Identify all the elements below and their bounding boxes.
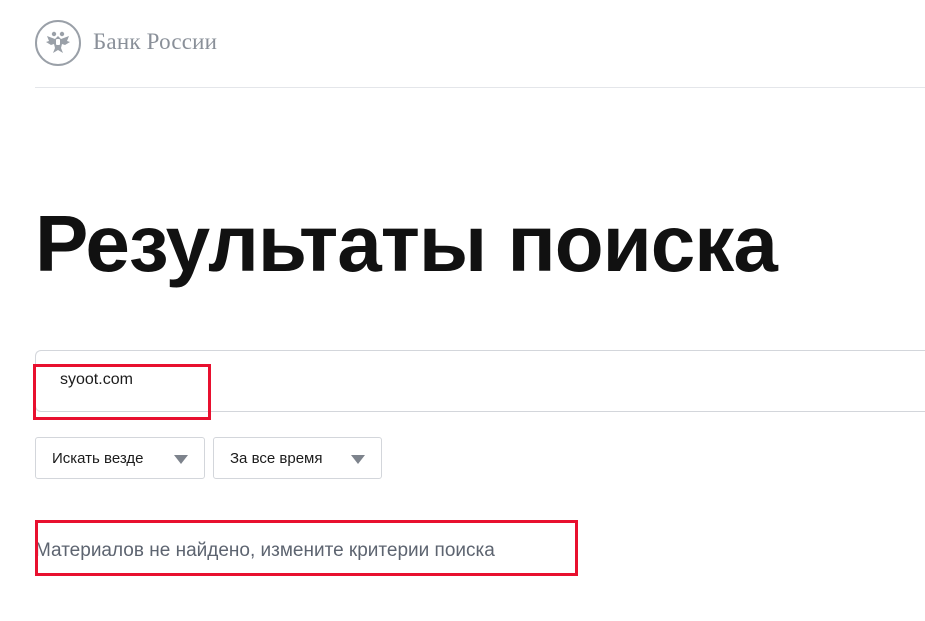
period-dropdown[interactable]: За все время bbox=[213, 437, 382, 479]
search-box[interactable] bbox=[35, 350, 925, 412]
triangle-down-icon bbox=[174, 455, 188, 464]
period-dropdown-label: За все время bbox=[230, 449, 323, 467]
search-input[interactable] bbox=[60, 371, 660, 389]
page-title: Результаты поиска bbox=[35, 199, 778, 288]
header-divider bbox=[35, 87, 925, 88]
double-headed-eagle-icon bbox=[46, 31, 70, 53]
site-header: Банк России bbox=[0, 0, 925, 88]
scope-dropdown[interactable]: Искать везде bbox=[35, 437, 205, 479]
bank-emblem-icon[interactable] bbox=[35, 20, 81, 66]
triangle-down-icon bbox=[351, 455, 365, 464]
no-results-message: Материалов не найдено, измените критерии… bbox=[35, 540, 495, 561]
scope-dropdown-label: Искать везде bbox=[52, 449, 144, 467]
logo-text[interactable]: Банк России bbox=[93, 29, 217, 55]
